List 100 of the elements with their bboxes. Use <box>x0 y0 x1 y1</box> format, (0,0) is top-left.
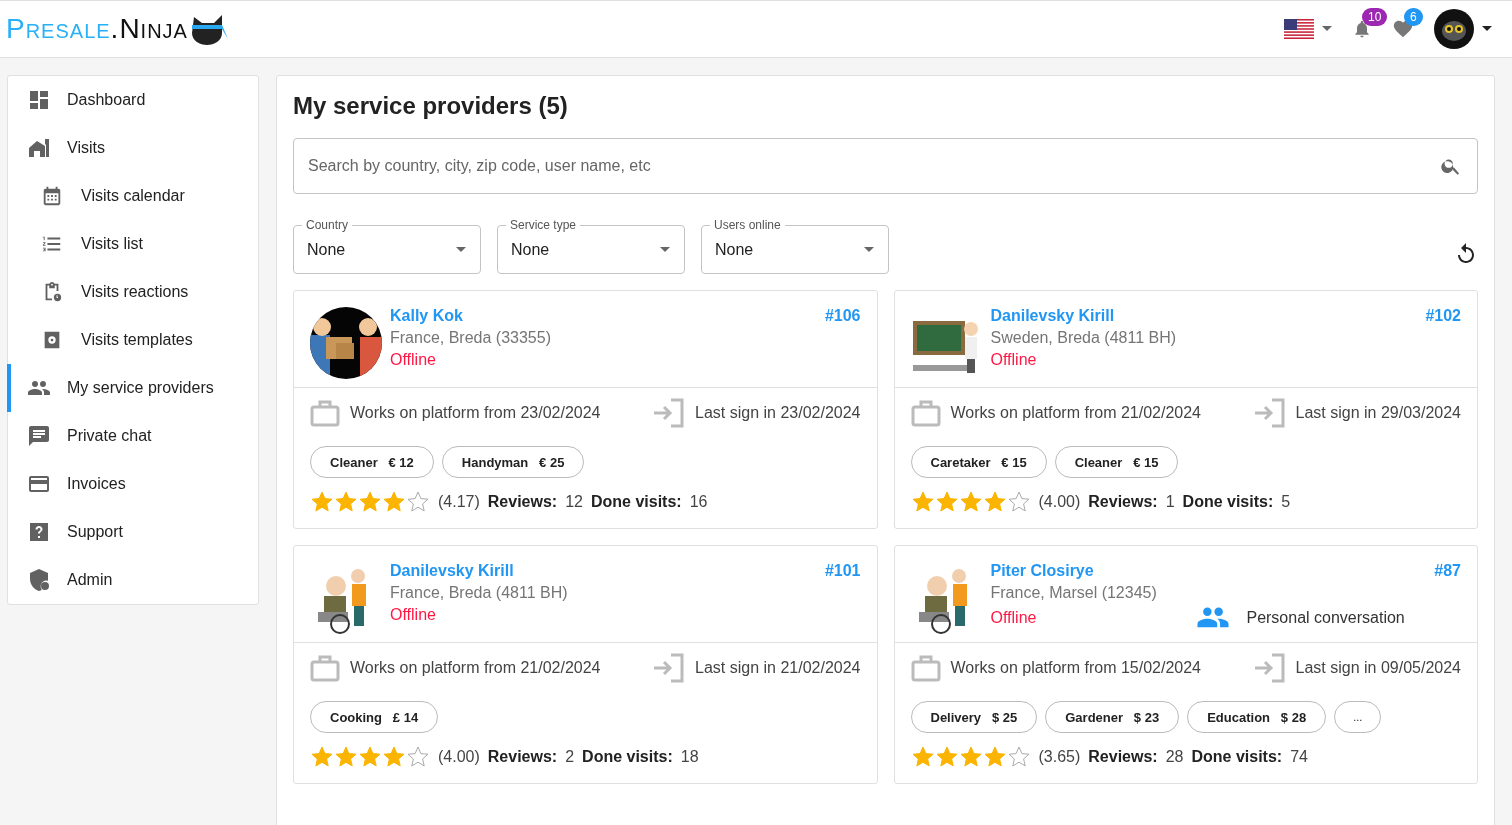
star-icon <box>910 490 935 514</box>
search-field[interactable]: Search by country, city, zip code, user name, etc <box>293 138 1478 194</box>
briefcase-icon <box>910 399 941 427</box>
briefcase-icon <box>910 654 941 682</box>
question-icon <box>27 520 51 544</box>
account-button[interactable] <box>1434 9 1492 49</box>
reviews-label: Reviews: <box>1088 748 1158 766</box>
provider-location: France, Marsel (12345) <box>990 584 1158 602</box>
star-icon <box>334 745 358 769</box>
status-text: Offline <box>390 351 436 369</box>
works-since-text: Works on platform from 21/02/2024 <box>950 404 1201 422</box>
star-icon <box>358 745 382 769</box>
provider-number: #87 <box>1434 562 1461 580</box>
caret-icon <box>456 247 466 252</box>
star-icon <box>310 490 334 514</box>
star-icon <box>1006 745 1031 769</box>
star-icon <box>934 490 959 514</box>
filter-label: Service type <box>509 218 578 232</box>
favorites-badge: 6 <box>1404 8 1423 26</box>
reviews-count: 1 <box>1165 493 1175 511</box>
sidebar-item[interactable]: Support <box>7 508 258 556</box>
last-sign-text: Last sign in 09/05/2024 <box>1295 659 1461 677</box>
sign-in-icon <box>653 653 686 683</box>
star-icon <box>334 490 358 514</box>
caret-icon <box>864 247 874 252</box>
sign-in-icon <box>1253 653 1286 683</box>
star-icon <box>1006 490 1031 514</box>
works-since-text: Works on platform from 15/02/2024 <box>950 659 1201 677</box>
people-icon <box>1196 606 1231 630</box>
chat-icon <box>27 424 51 448</box>
sidebar-item[interactable]: Visits calendar <box>7 172 258 220</box>
caret-icon <box>660 247 670 252</box>
calendar-icon <box>41 185 63 207</box>
rating-value: (3.65) <box>1038 748 1081 766</box>
reviews-label: Reviews: <box>487 493 558 511</box>
reviews-count: 12 <box>565 493 583 511</box>
briefcase-icon <box>310 399 340 427</box>
sidebar-item[interactable]: Visits <box>7 124 258 172</box>
star-icon <box>982 490 1007 514</box>
last-sign-text: Last sign in 29/03/2024 <box>1295 404 1461 422</box>
star-icon <box>382 490 406 514</box>
logo-text[interactable]: Presale.Ninja <box>6 13 188 45</box>
status-text: Offline <box>390 606 436 624</box>
rating-value: (4.00) <box>438 748 480 766</box>
visits-count: 18 <box>680 748 699 766</box>
briefcase-icon <box>310 654 340 682</box>
notification-badge: 10 <box>1362 8 1388 26</box>
sidebar-item[interactable]: My service providers <box>7 364 258 412</box>
reviews-count: 28 <box>1165 748 1184 766</box>
provider-location: Sweden, Breda (4811 BH) <box>990 329 1178 347</box>
visits-count: 5 <box>1281 493 1291 511</box>
visits-label: Done visits: <box>1191 748 1283 766</box>
sign-in-icon <box>1253 398 1286 428</box>
provider-number: #106 <box>824 307 861 325</box>
us-flag-icon <box>1284 19 1314 39</box>
dashboard-icon <box>27 88 51 112</box>
provider-location: France, Breda (33355) <box>390 329 552 347</box>
star-icon <box>934 745 959 769</box>
sign-in-icon <box>653 398 686 428</box>
reviews-count: 2 <box>565 748 575 766</box>
shield-icon <box>27 568 51 592</box>
provider-number: #102 <box>1425 307 1461 325</box>
star-icon <box>406 490 430 514</box>
language-button[interactable] <box>1284 19 1332 39</box>
page-title: My service providers (5) <box>293 92 569 120</box>
sidebar-item[interactable]: Visits list <box>7 220 258 268</box>
works-since-text: Works on platform from 23/02/2024 <box>350 404 601 422</box>
reviews-label: Reviews: <box>1088 493 1158 511</box>
filter-select[interactable]: Service type None <box>497 218 685 274</box>
last-sign-text: Last sign in 23/02/2024 <box>695 404 861 422</box>
reviews-label: Reviews: <box>487 748 558 766</box>
filter-label: Users online <box>713 218 782 232</box>
status-text: Offline <box>990 609 1037 627</box>
avatar-icon <box>1434 9 1474 49</box>
caret-icon <box>1322 26 1332 32</box>
last-sign-text: Last sign in 21/02/2024 <box>695 659 861 677</box>
star-icon <box>958 745 983 769</box>
conversation-label: Personal conversation <box>1246 609 1405 627</box>
sidebar-item[interactable]: Visits reactions <box>7 268 258 316</box>
star-icon <box>358 490 382 514</box>
sidebar-item[interactable]: Dashboard <box>7 76 258 124</box>
caret-icon <box>1482 26 1492 32</box>
filter-select[interactable]: Country None <box>293 218 481 274</box>
star-icon <box>382 745 406 769</box>
sidebar-item[interactable]: Private chat <box>7 412 258 460</box>
star-icon <box>982 745 1007 769</box>
star-icon <box>910 745 935 769</box>
star-icon <box>406 745 430 769</box>
sidebar-item[interactable]: Admin <box>7 556 258 604</box>
works-since-text: Works on platform from 21/02/2024 <box>350 659 601 677</box>
visits-label: Done visits: <box>582 748 673 766</box>
status-text: Offline <box>990 351 1037 369</box>
sidebar-item[interactable]: Invoices <box>7 460 258 508</box>
sidebar-item[interactable]: Visits templates <box>7 316 258 364</box>
filter-select[interactable]: Users online None <box>701 218 889 274</box>
star-icon <box>958 490 983 514</box>
visits-count: 16 <box>689 493 708 511</box>
provider-number: #101 <box>824 562 861 580</box>
star-icon <box>310 745 334 769</box>
visits-label: Done visits: <box>1182 493 1274 511</box>
